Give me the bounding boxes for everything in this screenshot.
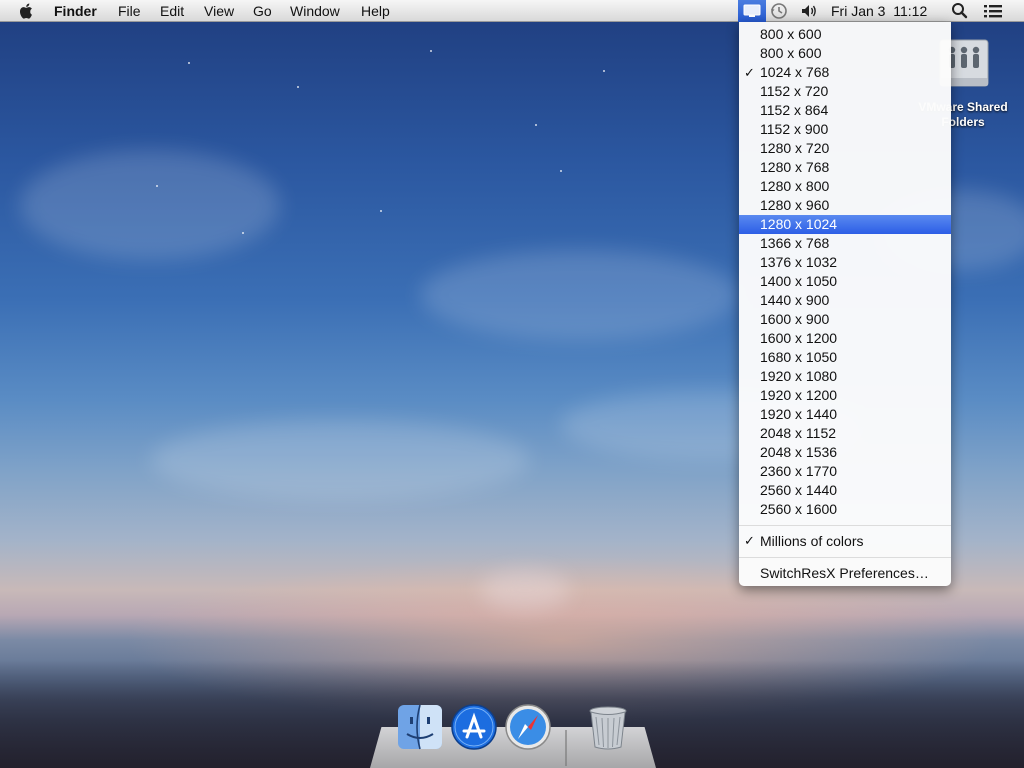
- resolution-list: 800 x 600 800 x 600 ✓ 1024 x 768 1152 x 720 1…: [739, 22, 951, 519]
- star: [297, 86, 299, 88]
- menu-item-label: 1152 x 864: [760, 102, 829, 118]
- menu-view[interactable]: View: [204, 2, 234, 20]
- menu-item-label: 1600 x 1200: [760, 330, 838, 346]
- trash-icon[interactable]: [584, 703, 632, 751]
- menu-item-label: 1024 x 768: [760, 64, 830, 80]
- menu-separator: [739, 525, 951, 526]
- menu-item-resolution[interactable]: 800 x 600: [739, 44, 951, 63]
- menu-item-resolution[interactable]: 1440 x 900: [739, 291, 951, 310]
- menu-item-label: 2560 x 1600: [760, 501, 838, 517]
- menu-item-label: 1920 x 1080: [760, 368, 838, 384]
- menu-item-label: 1400 x 1050: [760, 273, 838, 289]
- menu-item-label: 2048 x 1152: [760, 425, 837, 441]
- menu-item-resolution[interactable]: 1400 x 1050: [739, 272, 951, 291]
- apple-icon[interactable]: [18, 2, 36, 20]
- menu-item-label: 2560 x 1440: [760, 482, 838, 498]
- display-resolution-menu: 800 x 600 800 x 600 ✓ 1024 x 768 1152 x 720 1…: [739, 22, 951, 586]
- menu-item-resolution[interactable]: 1376 x 1032: [739, 253, 951, 272]
- menu-item-label: 800 x 600: [760, 26, 822, 42]
- menu-item-label: 2360 x 1770: [760, 463, 838, 479]
- star: [380, 210, 382, 212]
- time-machine-icon[interactable]: [768, 1, 790, 21]
- safari-icon[interactable]: [504, 703, 552, 751]
- menu-item-label: 1920 x 1440: [760, 406, 838, 422]
- star: [560, 170, 562, 172]
- notification-list-icon[interactable]: [982, 1, 1004, 21]
- menu-item-label: 1920 x 1200: [760, 387, 838, 403]
- menu-item-label: SwitchResX Preferences…: [760, 565, 929, 581]
- cloud: [150, 420, 530, 500]
- star: [603, 70, 605, 72]
- menu-item-resolution[interactable]: 1152 x 720: [739, 82, 951, 101]
- star: [156, 185, 158, 187]
- menu-item-label: 2048 x 1536: [760, 444, 838, 460]
- menu-item-label: 1280 x 1024: [760, 216, 838, 232]
- menu-finder[interactable]: Finder: [54, 2, 97, 20]
- menu-bar: Finder File Edit View Go Window Help Fri…: [0, 0, 1024, 22]
- menu-help[interactable]: Help: [361, 2, 390, 20]
- menu-separator: [739, 557, 951, 558]
- menu-item-resolution[interactable]: 1680 x 1050: [739, 348, 951, 367]
- checkmark-icon: ✓: [744, 65, 755, 80]
- star: [242, 232, 244, 234]
- menu-file[interactable]: File: [118, 2, 141, 20]
- star: [535, 124, 537, 126]
- menu-item-label: 1280 x 720: [760, 140, 830, 156]
- star: [430, 50, 432, 52]
- menu-item-label: 1280 x 768: [760, 159, 830, 175]
- menu-item-resolution[interactable]: 1600 x 900: [739, 310, 951, 329]
- menu-item-label: 1440 x 900: [760, 292, 830, 308]
- menu-go[interactable]: Go: [253, 2, 272, 20]
- menu-item-resolution[interactable]: 800 x 600: [739, 25, 951, 44]
- checkmark-icon: ✓: [744, 533, 755, 548]
- menu-item-label: 1680 x 1050: [760, 349, 838, 365]
- menu-item-resolution[interactable]: 1280 x 1024: [739, 215, 951, 234]
- display-menu-extra[interactable]: [738, 0, 766, 22]
- menu-item-resolution[interactable]: 1600 x 1200: [739, 329, 951, 348]
- cloud: [420, 250, 740, 340]
- menu-item-label: 1376 x 1032: [760, 254, 838, 270]
- cloud: [20, 150, 280, 260]
- menu-item-label: Millions of colors: [760, 533, 864, 549]
- menu-item-switchresx-preferences[interactable]: SwitchResX Preferences…: [739, 563, 951, 583]
- menu-item-label: 1152 x 720: [760, 83, 829, 99]
- menu-item-resolution[interactable]: 2048 x 1536: [739, 443, 951, 462]
- menu-item-resolution[interactable]: 1280 x 800: [739, 177, 951, 196]
- star: [188, 62, 190, 64]
- spotlight-search-icon[interactable]: [950, 1, 970, 21]
- menu-item-resolution[interactable]: 2560 x 1440: [739, 481, 951, 500]
- menu-item-resolution[interactable]: 1920 x 1440: [739, 405, 951, 424]
- volume-icon[interactable]: [799, 1, 819, 21]
- menu-item-label: 1152 x 900: [760, 121, 829, 137]
- menu-item-resolution[interactable]: 1920 x 1080: [739, 367, 951, 386]
- menu-item-label: 1280 x 960: [760, 197, 830, 213]
- menu-item-resolution[interactable]: 1152 x 900: [739, 120, 951, 139]
- menu-item-label: 1280 x 800: [760, 178, 830, 194]
- menu-item-label: 1600 x 900: [760, 311, 830, 327]
- menu-item-label: 800 x 600: [760, 45, 822, 61]
- display-icon: [743, 4, 761, 17]
- menu-item-resolution[interactable]: 1280 x 768: [739, 158, 951, 177]
- menu-item-resolution[interactable]: 1280 x 960: [739, 196, 951, 215]
- menu-window[interactable]: Window: [290, 2, 340, 20]
- dock-divider: [565, 730, 567, 766]
- menu-item-resolution[interactable]: 1366 x 768: [739, 234, 951, 253]
- menu-item-resolution[interactable]: 1920 x 1200: [739, 386, 951, 405]
- menu-item-resolution[interactable]: 2560 x 1600: [739, 500, 951, 519]
- cloud: [480, 570, 570, 610]
- menubar-clock[interactable]: Fri Jan 3 11:12: [831, 2, 927, 20]
- menu-item-resolution[interactable]: 1280 x 720: [739, 139, 951, 158]
- menu-item-resolution[interactable]: 2360 x 1770: [739, 462, 951, 481]
- menu-item-resolution[interactable]: ✓ 1024 x 768: [739, 63, 951, 82]
- menu-item-label: 1366 x 768: [760, 235, 830, 251]
- menu-item-resolution[interactable]: 1152 x 864: [739, 101, 951, 120]
- menu-edit[interactable]: Edit: [160, 2, 184, 20]
- finder-icon[interactable]: [396, 703, 444, 751]
- menu-item-millions-of-colors[interactable]: ✓ Millions of colors: [739, 531, 951, 551]
- menu-item-resolution[interactable]: 2048 x 1152: [739, 424, 951, 443]
- app-store-icon[interactable]: [450, 703, 498, 751]
